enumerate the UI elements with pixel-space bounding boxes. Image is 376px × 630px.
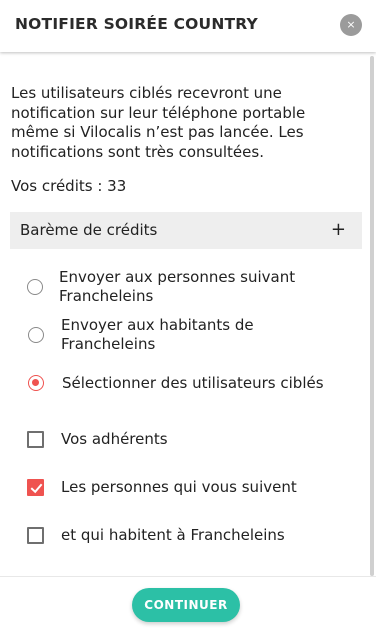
page-title: NOTIFIER SOIRÉE COUNTRY [15, 15, 258, 33]
bareme-credits-toggle[interactable]: Barème de crédits + [10, 212, 362, 249]
plus-icon: + [330, 219, 346, 240]
checkmark-icon [30, 483, 43, 494]
header: NOTIFIER SOIRÉE COUNTRY × [0, 0, 376, 52]
checkbox-inhabitants-label[interactable]: et qui habitent à Francheleins [61, 526, 285, 545]
continue-button[interactable]: CONTINUER [132, 588, 240, 622]
close-icon: × [346, 18, 356, 31]
checkbox-inhabitants[interactable] [27, 527, 44, 544]
checkbox-followers[interactable] [27, 479, 44, 496]
radio-targeted-users[interactable] [28, 375, 44, 391]
notify-screen: NOTIFIER SOIRÉE COUNTRY × Les utilisateu… [0, 0, 376, 630]
checkbox-members-label[interactable]: Vos adhérents [61, 430, 168, 449]
credits-text: Vos crédits : 33 [11, 177, 127, 195]
checkbox-members[interactable] [27, 431, 44, 448]
scrollbar[interactable] [370, 56, 374, 576]
radio-followers-label[interactable]: Envoyer aux personnes suivant Franchelei… [59, 268, 349, 306]
radio-inhabitants[interactable] [28, 327, 44, 343]
intro-text: Les utilisateurs ciblés recevront une no… [11, 84, 306, 161]
close-button[interactable]: × [340, 14, 362, 36]
checkbox-followers-label[interactable]: Les personnes qui vous suivent [61, 478, 297, 497]
radio-followers[interactable] [27, 279, 43, 295]
bareme-label: Barème de crédits [20, 221, 158, 239]
radio-inhabitants-label[interactable]: Envoyer aux habitants de Francheleins [61, 316, 321, 354]
radio-targeted-users-label[interactable]: Sélectionner des utilisateurs ciblés [62, 374, 362, 393]
footer: CONTINUER [0, 576, 376, 630]
